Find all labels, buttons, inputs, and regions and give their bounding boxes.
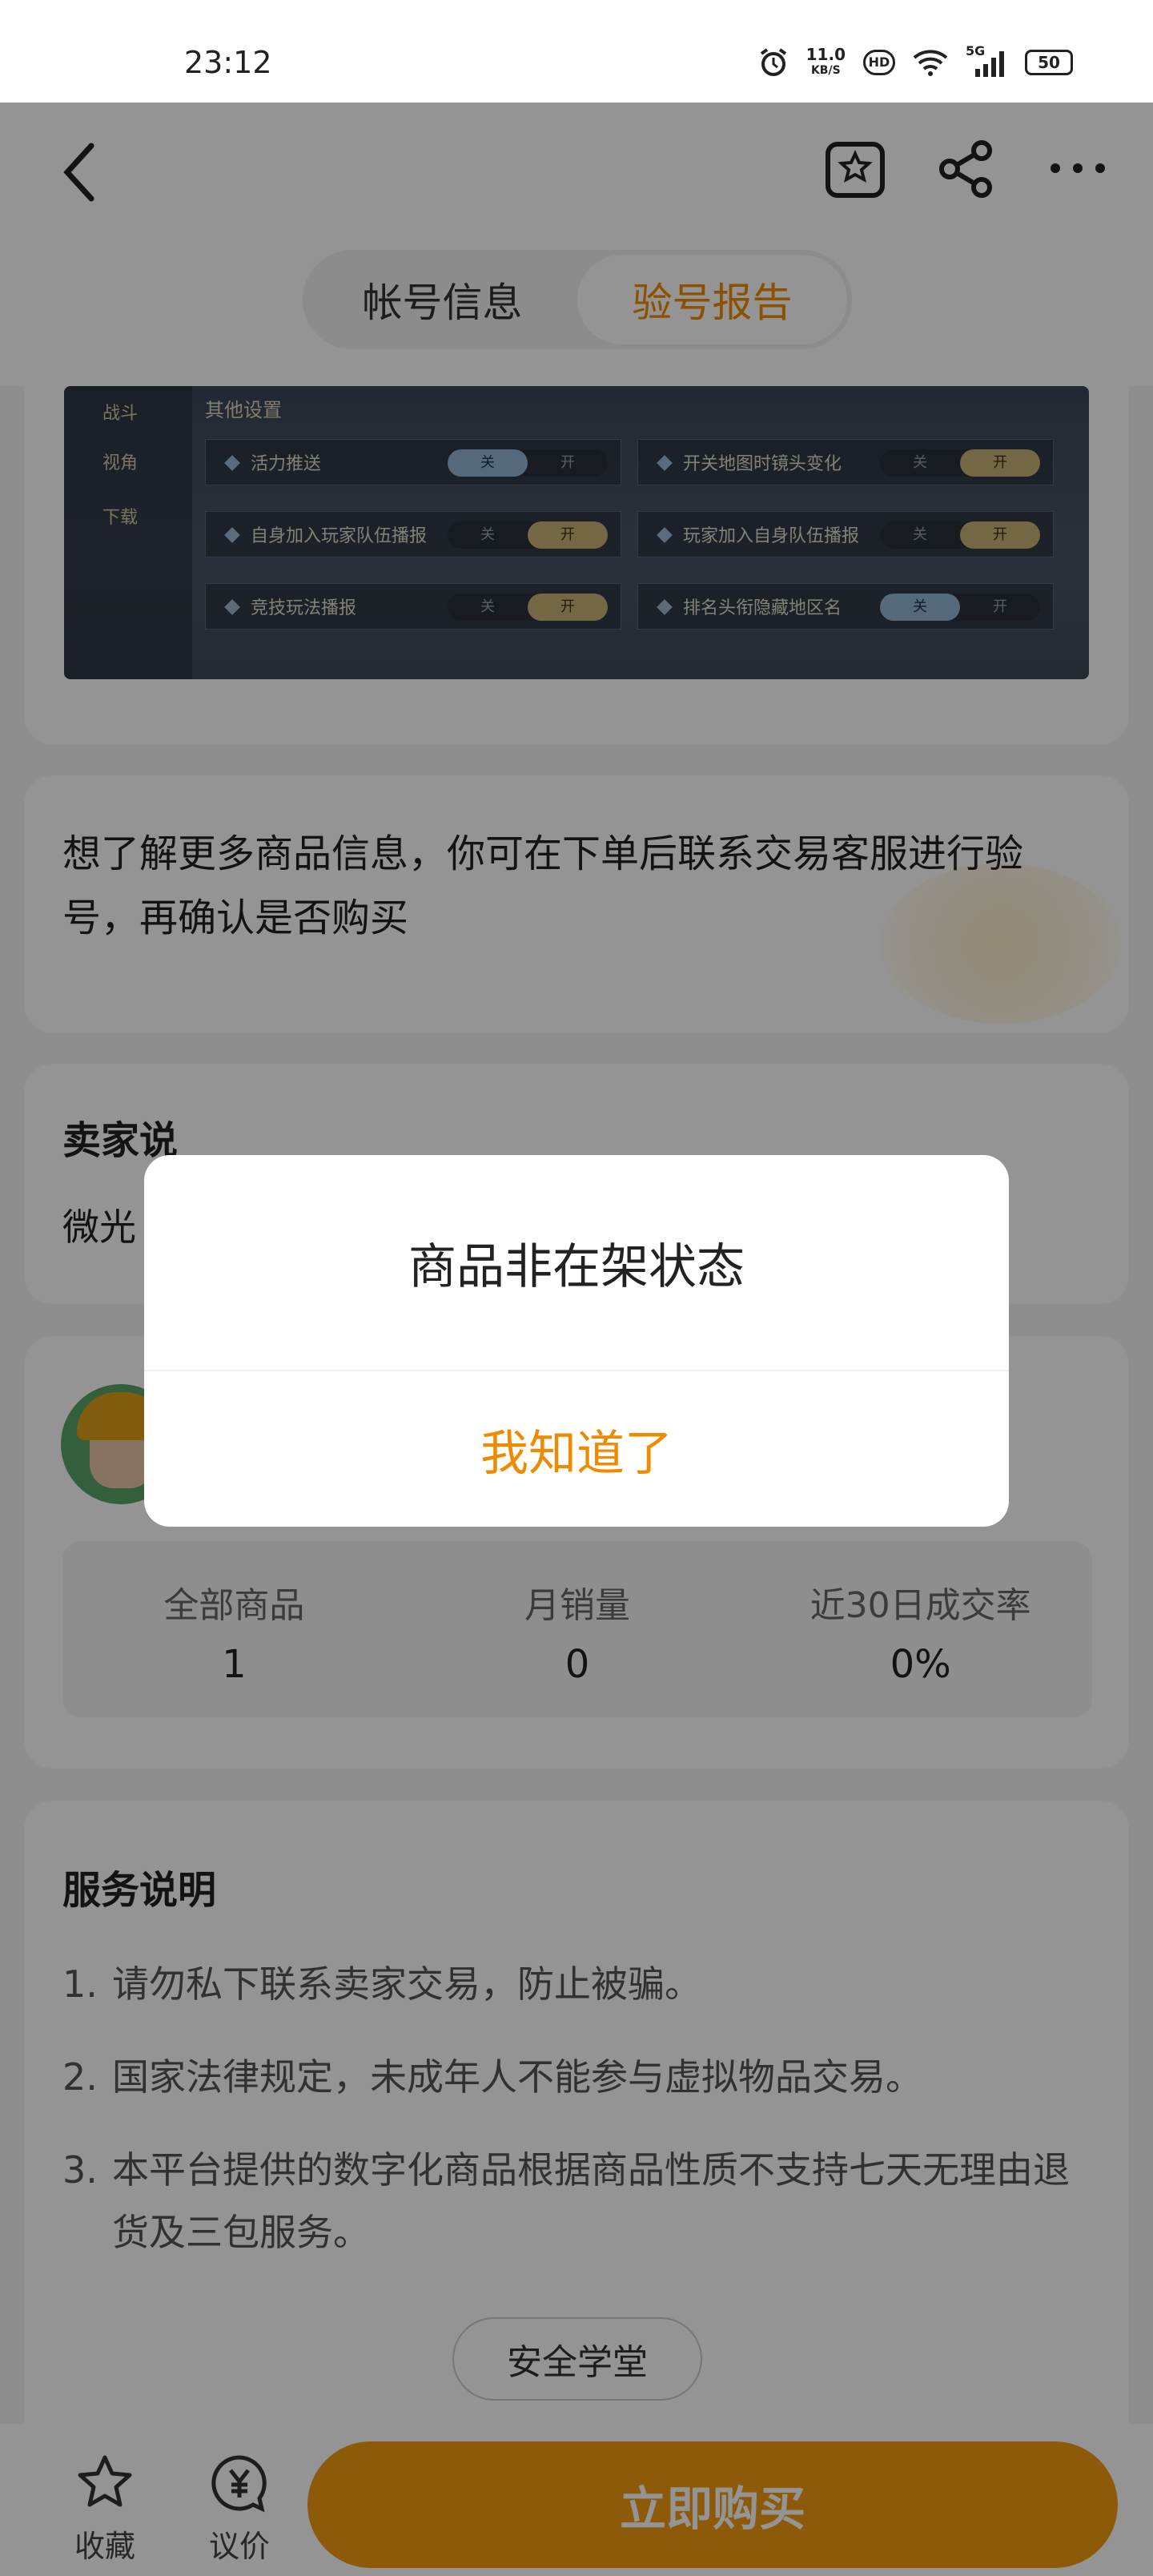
net-speed-unit: KB/S [810, 64, 841, 77]
status-icons: 11.0 KB/S HD 5G 50 [758, 43, 1073, 78]
signal-icon: 5G [966, 43, 1007, 77]
dialog-message: 商品非在架状态 [408, 1238, 745, 1295]
signal-label: 5G [966, 43, 986, 58]
net-speed: 11.0 KB/S [806, 46, 846, 78]
alarm-icon [760, 48, 786, 76]
net-speed-value: 11.0 [805, 45, 846, 64]
wifi-icon [913, 50, 948, 76]
status-dialog: 商品非在架状态 我知道了 [144, 1155, 1009, 1527]
dialog-confirm-button[interactable]: 我知道了 [144, 1371, 1009, 1527]
battery-icon: 50 [1025, 50, 1073, 75]
status-time: 23:12 [184, 45, 272, 80]
status-bar: 23:12 11.0 KB/S HD 5G 50 [0, 0, 1153, 103]
hd-icon: HD [863, 50, 895, 75]
